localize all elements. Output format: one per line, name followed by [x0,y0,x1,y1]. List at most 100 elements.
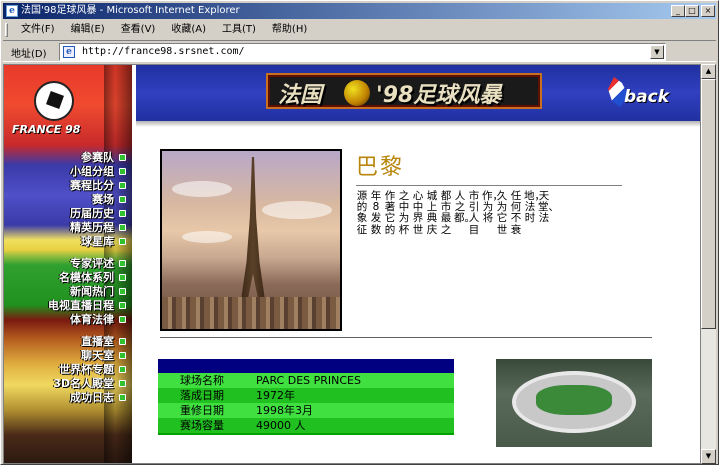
sidebar-item-stars[interactable]: 球星库 [4,235,118,248]
text-column: 之中为杯 [398,190,410,236]
city-description: 天堂、法 地，法时 任何不衰 久为它世 作，为将 市引人目 人之都。 都市最之 … [357,190,559,301]
row-value: 1998年3月 [256,404,313,417]
vertical-scrollbar[interactable]: ▲ ▼ [701,64,716,464]
france98-logo[interactable]: FRANCE 98 [12,77,102,147]
banner-title-right: '98足球风暴 [376,83,502,108]
bullet-icon [119,380,126,387]
address-input[interactable]: e http://france98.srsnet.com/ ▼ [59,43,666,61]
table-row: 赛场容量 49000 人 [158,418,454,433]
address-label: 地址(D) [11,49,47,60]
bullet-icon [119,260,126,267]
sidebar-item-live[interactable]: 直播室 [4,335,118,348]
table-row: 落成日期 1972年 [158,388,454,403]
city-title: 巴黎 [356,155,405,180]
row-label: 球场名称 [180,374,224,387]
text-column: 地，法时 [524,190,545,225]
minimize-button[interactable]: _ [671,5,685,17]
scroll-down-icon[interactable]: ▼ [701,449,716,464]
table-header [158,359,454,373]
bullet-icon [119,302,126,309]
banner-title: 法国 '98足球风暴 [266,73,542,109]
row-label: 赛场容量 [180,419,224,432]
window-title: 法国'98足球风暴 - Microsoft Internet Explorer [21,5,240,16]
sidebar-item-models[interactable]: 名模体系列 [4,271,118,284]
page-viewport: FRANCE 98 参赛队 小组分组 赛程比分 赛场 历届历史 精英历程 球星库… [3,64,701,464]
eiffel-tower-photo [160,149,342,331]
toolbar-grip[interactable] [5,23,8,37]
text-column: 任何不衰 [510,190,522,236]
sidebar-item-news[interactable]: 新闻热门 [4,285,118,298]
table-row: 球场名称 PARC DES PRINCES [158,373,454,388]
sidebar-item-groups[interactable]: 小组分组 [4,165,118,178]
bullet-icon [119,154,126,161]
menu-edit[interactable]: 编辑(E) [63,21,113,39]
row-value: 1972年 [256,389,295,402]
sidebar-nav: FRANCE 98 参赛队 小组分组 赛程比分 赛场 历届历史 精英历程 球星库… [4,65,132,463]
menu-favorites[interactable]: 收藏(A) [163,21,214,39]
text-column: 作著它的 [384,190,396,236]
close-button[interactable]: × [701,5,715,17]
page-icon: e [63,46,75,58]
table-row: 重修日期 1998年3月 [158,403,454,418]
menu-view[interactable]: 查看(V) [113,21,164,39]
bullet-icon [119,338,126,345]
divider [160,337,652,338]
sidebar-item-venues[interactable]: 赛场 [4,193,118,206]
text-column: 都市最之 [440,190,452,236]
bullet-icon [119,366,126,373]
bullet-icon [119,316,126,323]
sidebar-item-chat[interactable]: 聊天室 [4,349,118,362]
football-icon [344,80,370,106]
banner-shadow [136,121,700,127]
divider [356,185,622,186]
text-column: 人之都。 [454,190,475,225]
sidebar-item-law[interactable]: 体育法律 [4,313,118,326]
bullet-icon [119,394,126,401]
address-bar: 地址(D) e http://france98.srsnet.com/ ▼ [3,40,716,62]
back-label: back [624,87,670,107]
menu-file[interactable]: 文件(F) [13,21,63,39]
row-value: 49000 人 [256,419,306,432]
cloud [172,181,232,197]
menu-bar: 文件(F) 编辑(E) 查看(V) 收藏(A) 工具(T) 帮助(H) [3,21,716,39]
stadium-pitch [536,385,612,415]
sidebar-item-history[interactable]: 历届历史 [4,207,118,220]
logo-text: FRANCE 98 [12,123,81,136]
bullet-icon [119,224,126,231]
address-dropdown-icon[interactable]: ▼ [650,45,664,59]
row-label: 落成日期 [180,389,224,402]
browser-window: e 法国'98足球风暴 - Microsoft Internet Explore… [0,0,719,465]
address-url[interactable]: http://france98.srsnet.com/ [82,46,245,57]
sidebar-item-experts[interactable]: 专家评述 [4,257,118,270]
row-value: PARC DES PRINCES [256,374,361,387]
stadium-info-table: 球场名称 PARC DES PRINCES 落成日期 1972年 重修日期 19… [158,359,454,435]
cloud [262,201,332,219]
menu-help[interactable]: 帮助(H) [264,21,315,39]
text-column: 城上典庆 [426,190,438,236]
cloud [182,231,232,243]
sidebar-item-elite[interactable]: 精英历程 [4,221,118,234]
sidebar-item-worldcup[interactable]: 世界杯专题 [4,363,118,376]
sidebar-item-teams[interactable]: 参赛队 [4,151,118,164]
text-column: 年8发数 [370,190,382,236]
bullet-icon [119,168,126,175]
back-button[interactable]: back [604,77,694,113]
scroll-up-icon[interactable]: ▲ [701,64,716,79]
city-skyline [162,297,340,329]
sidebar-item-3d[interactable]: 3D名人殿堂 [4,377,118,390]
scroll-thumb[interactable] [701,79,716,329]
text-column: 作，为将 [482,190,503,225]
site-banner: 法国 '98足球风暴 back [136,65,700,121]
bullet-icon [119,238,126,245]
bullet-icon [119,274,126,281]
sidebar-item-tv[interactable]: 电视直播日程 [4,299,118,312]
sidebar-item-log[interactable]: 成功日志 [4,391,118,404]
bullet-icon [119,196,126,203]
bullet-icon [119,288,126,295]
maximize-button[interactable]: □ [685,5,699,17]
bullet-icon [119,210,126,217]
menu-tools[interactable]: 工具(T) [214,21,264,39]
football-icon [34,81,74,121]
sidebar-item-schedule[interactable]: 赛程比分 [4,179,118,192]
row-label: 重修日期 [180,404,224,417]
